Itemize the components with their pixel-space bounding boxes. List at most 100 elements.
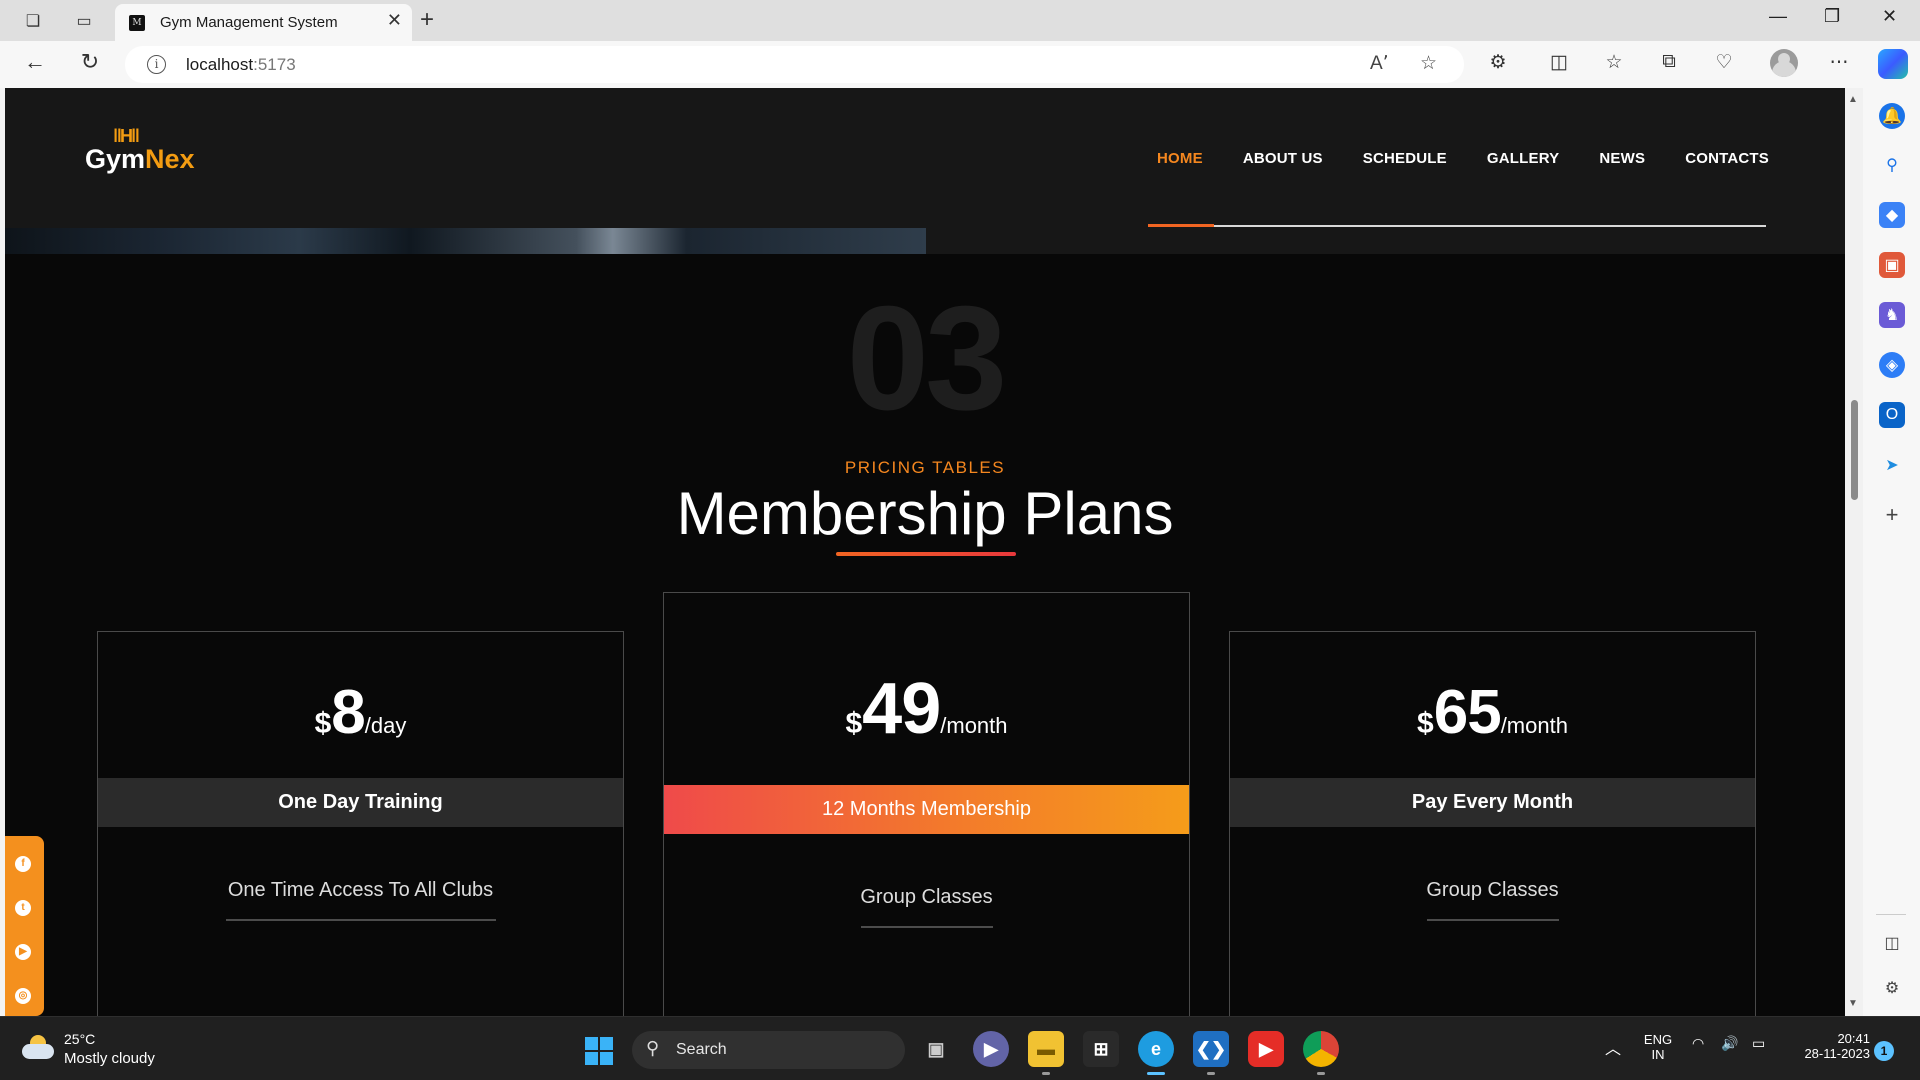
facebook-icon[interactable]: f	[15, 856, 31, 872]
task-view-icon[interactable]: ▣	[918, 1031, 954, 1067]
hero-image-edge	[5, 228, 926, 254]
search-icon: ⚲	[646, 1038, 660, 1058]
collections-icon[interactable]: ⧉	[1655, 51, 1683, 73]
read-aloud-icon[interactable]: A՚	[1370, 52, 1389, 75]
social-sidebar: f t ▶ ◎	[5, 836, 44, 1016]
youtube-icon[interactable]: ▶	[1248, 1031, 1284, 1067]
nav-schedule[interactable]: SCHEDULE	[1363, 150, 1447, 167]
scrollbar-thumb[interactable]	[1851, 400, 1858, 500]
weather-cloudy-icon[interactable]	[22, 1035, 56, 1061]
running-indicator	[1207, 1072, 1215, 1075]
drop-send-icon[interactable]: ➤	[1879, 452, 1905, 478]
address-bar[interactable]: i localhost:5173 A՚ ☆	[125, 46, 1464, 83]
workspaces-icon[interactable]: ❏	[20, 8, 46, 34]
new-tab-icon[interactable]: +	[420, 6, 434, 34]
pricing-card-monthly: $65/month Pay Every Month Group Classes	[1229, 631, 1756, 1016]
sidebar-divider	[1876, 914, 1906, 915]
edge-sidebar: 🔔 ⚲ ◆ ▣ ♞ ◈ O ➤ + ◫ ⚙	[1863, 88, 1920, 1016]
vscode-icon[interactable]: ❮❯	[1193, 1031, 1229, 1067]
more-menu-icon[interactable]: ⋯	[1825, 51, 1853, 74]
favorites-icon[interactable]: ☆	[1600, 51, 1628, 74]
feature-divider	[861, 926, 993, 928]
favorite-star-icon[interactable]: ☆	[1420, 52, 1437, 75]
battery-icon[interactable]: ▭	[1752, 1035, 1765, 1052]
extensions-icon[interactable]: ⚙	[1484, 51, 1512, 74]
back-icon[interactable]: ←	[20, 49, 50, 75]
running-indicator	[1317, 1072, 1325, 1075]
weather-description[interactable]: Mostly cloudy	[64, 1050, 155, 1067]
feature-divider	[1427, 919, 1559, 921]
tab-close-icon[interactable]: ✕	[387, 10, 402, 31]
sidebar-settings-icon[interactable]: ⚙	[1879, 975, 1905, 1001]
windows-taskbar: 25°C Mostly cloudy ⚲ Search ▣ ▶ ▬ ⊞ e ❮❯…	[0, 1016, 1920, 1080]
search-icon[interactable]: ⚲	[1879, 152, 1905, 178]
tab-actions-icon[interactable]: ▭	[71, 8, 97, 34]
plan-name: One Day Training	[98, 778, 623, 827]
pricing-card-12-months: $49/month 12 Months Membership Group Cla…	[663, 592, 1190, 1016]
plan-name: 12 Months Membership	[664, 785, 1189, 834]
page-scrollbar[interactable]: ▲ ▼	[1845, 88, 1863, 1016]
notification-badge[interactable]: 1	[1874, 1041, 1894, 1061]
plan-feature: Group Classes	[860, 886, 993, 908]
show-hidden-icons-icon[interactable]: ︿	[1605, 1035, 1621, 1059]
windows-start-icon[interactable]	[585, 1037, 613, 1065]
shopping-tag-icon[interactable]: ◆	[1879, 202, 1905, 228]
url-text[interactable]: localhost:5173	[186, 55, 296, 75]
nav-news[interactable]: NEWS	[1599, 150, 1645, 167]
volume-icon[interactable]: 🔊	[1721, 1035, 1738, 1052]
microsoft-store-icon[interactable]: ⊞	[1083, 1031, 1119, 1067]
pricing-section: 03 PRICING TABLES Membership Plans $8/da…	[5, 254, 1845, 1016]
scroll-down-icon[interactable]: ▼	[1848, 998, 1858, 1009]
hide-sidebar-icon[interactable]: ◫	[1879, 930, 1905, 956]
add-sidebar-app-icon[interactable]: +	[1879, 502, 1905, 528]
section-number: 03	[846, 276, 1008, 441]
nav-active-indicator	[1148, 224, 1214, 227]
active-indicator	[1147, 1072, 1165, 1075]
search-label: Search	[676, 1041, 727, 1058]
plan-name: Pay Every Month	[1230, 778, 1755, 827]
microsoft-365-icon[interactable]: ◈	[1879, 352, 1905, 378]
nav-contacts[interactable]: CONTACTS	[1685, 150, 1769, 167]
twitter-icon[interactable]: t	[15, 900, 31, 916]
page-viewport: ‖H‖ GymNex HOME ABOUT US SCHEDULE GALLER…	[5, 88, 1845, 1016]
restore-icon[interactable]: ❐	[1824, 6, 1840, 27]
browser-essentials-icon[interactable]: ♡	[1710, 51, 1738, 74]
browser-tab[interactable]: M Gym Management System ✕	[115, 4, 412, 41]
language-indicator[interactable]: ENG IN	[1640, 1032, 1676, 1062]
file-explorer-icon[interactable]: ▬	[1028, 1031, 1064, 1067]
scroll-up-icon[interactable]: ▲	[1848, 94, 1858, 105]
section-title: Membership Plans	[676, 480, 1174, 547]
browser-toolbar: ← ↻ i localhost:5173 A՚ ☆ ⚙ ◫ ☆ ⧉ ♡ ⋯	[0, 41, 1920, 88]
teams-chat-icon[interactable]: ▶	[973, 1031, 1009, 1067]
browser-tab-bar: ❏ ▭ M Gym Management System ✕ + — ❐ ✕	[0, 0, 1920, 41]
games-icon[interactable]: ♞	[1879, 302, 1905, 328]
window-close-icon[interactable]: ✕	[1882, 6, 1897, 27]
weather-temperature[interactable]: 25°C	[64, 1031, 95, 1047]
refresh-icon[interactable]: ↻	[75, 49, 105, 75]
notifications-bell-icon[interactable]: 🔔	[1879, 103, 1905, 129]
pricing-card-day: $8/day One Day Training One Time Access …	[97, 631, 624, 1016]
taskbar-search[interactable]: ⚲ Search	[632, 1031, 905, 1069]
clock[interactable]: 20:41 28-11-2023	[1790, 1031, 1870, 1061]
minimize-icon[interactable]: —	[1769, 6, 1787, 27]
chrome-icon[interactable]	[1303, 1031, 1339, 1067]
copilot-icon[interactable]	[1878, 49, 1908, 79]
feature-divider	[226, 919, 496, 921]
nav-gallery[interactable]: GALLERY	[1487, 150, 1560, 167]
edge-browser-icon[interactable]: e	[1138, 1031, 1174, 1067]
tools-briefcase-icon[interactable]: ▣	[1879, 252, 1905, 278]
profile-avatar[interactable]	[1770, 49, 1798, 77]
title-underline	[836, 552, 1016, 556]
nav-home[interactable]: HOME	[1157, 150, 1203, 167]
site-info-icon[interactable]: i	[147, 55, 166, 74]
instagram-icon[interactable]: ◎	[15, 988, 31, 1004]
gymnex-logo[interactable]: ‖H‖ GymNex	[85, 126, 215, 186]
outlook-icon[interactable]: O	[1879, 402, 1905, 428]
main-nav: HOME ABOUT US SCHEDULE GALLERY NEWS CONT…	[1157, 150, 1809, 167]
running-indicator	[1042, 1072, 1050, 1075]
site-header: ‖H‖ GymNex HOME ABOUT US SCHEDULE GALLER…	[5, 88, 1845, 254]
wifi-icon[interactable]: ◠	[1692, 1035, 1704, 1052]
split-screen-icon[interactable]: ◫	[1545, 51, 1573, 74]
youtube-icon[interactable]: ▶	[15, 944, 31, 960]
nav-about-us[interactable]: ABOUT US	[1243, 150, 1323, 167]
